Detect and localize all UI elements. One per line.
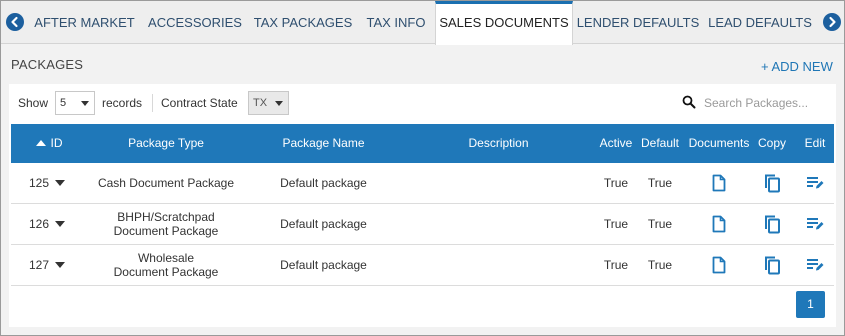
dropdown-caret-icon [81,101,89,106]
row-id-cell[interactable]: 127 [11,245,86,285]
document-icon [712,256,726,274]
table-row: 126 BHPH/Scratchpad Document Package Def… [11,204,834,245]
copy-button[interactable] [755,245,789,285]
tab-accessories[interactable]: ACCESSORIES [142,1,248,44]
active-cell: True [603,258,629,272]
default-cell: True [647,217,673,231]
copy-icon [765,215,780,234]
chevron-left-icon [11,16,18,28]
section-title: PACKAGES [11,57,84,72]
edit-list-icon [807,218,824,230]
documents-button[interactable] [687,204,751,244]
column-header-documents: Documents [688,136,750,150]
contract-state-value: TX [253,97,268,109]
page-size-select[interactable]: 5 [55,91,95,115]
package-name-cell: Default package [280,258,367,272]
sort-ascending-icon [35,140,46,146]
tab-lender-defaults[interactable]: LENDER DEFAULTS [574,1,702,44]
tabs-scroll-left-button[interactable] [6,13,24,31]
row-id-cell[interactable]: 125 [11,163,86,203]
default-cell: True [647,176,673,190]
active-cell: True [603,217,629,231]
tab-bar: AFTER MARKET ACCESSORIES TAX PACKAGES TA… [1,1,844,45]
search-icon [682,95,696,109]
column-header-edit: Edit [804,136,826,150]
column-header-package-name[interactable]: Package Name [246,124,401,163]
column-header-package-type[interactable]: Package Type [86,124,246,163]
package-type-cell: Wholesale Document Package [113,251,219,279]
document-icon [712,215,726,233]
description-cell [401,163,596,203]
copy-icon [765,256,780,275]
column-header-default[interactable]: Default [638,124,682,163]
edit-button[interactable] [800,163,830,203]
column-header-copy: Copy [757,136,786,150]
chevron-down-icon [55,180,66,186]
contract-state-label: Contract State [161,96,238,110]
edit-button[interactable] [800,245,830,285]
column-header-description[interactable]: Description [401,124,596,163]
document-icon [712,174,726,192]
chevron-right-icon [829,16,836,28]
edit-list-icon [807,177,824,189]
table-header: ID Package Type Package Name Description… [11,124,834,163]
package-name-cell: Default package [280,217,367,231]
show-label: Show [18,96,49,110]
page-size-value: 5 [60,97,67,109]
description-cell [401,245,596,285]
window: AFTER MARKET ACCESSORIES TAX PACKAGES TA… [0,0,845,336]
column-header-active[interactable]: Active [596,124,636,163]
documents-button[interactable] [687,245,751,285]
tab-sales-documents[interactable]: SALES DOCUMENTS [435,1,573,45]
documents-button[interactable] [687,163,751,203]
contract-state-select[interactable]: TX [248,91,289,115]
copy-icon [765,174,780,193]
copy-button[interactable] [755,163,789,203]
chevron-down-icon [55,262,66,268]
package-name-cell: Default package [280,176,367,190]
tab-tax-info[interactable]: TAX INFO [358,1,434,44]
records-label: records [102,96,143,110]
table-row: 127 Wholesale Document Package Default p… [11,245,834,286]
pagination-page-button[interactable]: 1 [796,291,825,318]
table-row: 125 Cash Document Package Default packag… [11,163,834,204]
tab-after-market[interactable]: AFTER MARKET [28,1,141,44]
edit-button[interactable] [800,204,830,244]
row-id-cell[interactable]: 126 [11,204,86,244]
tab-tax-packages[interactable]: TAX PACKAGES [249,1,357,44]
chevron-down-icon [55,221,66,227]
divider [152,94,153,112]
tabs-scroll-right-button[interactable] [823,13,841,31]
search-input[interactable] [704,91,829,115]
dropdown-caret-icon [275,101,283,106]
add-new-button[interactable]: + ADD NEW [761,59,833,74]
packages-panel: Show 5 records Contract State TX ID Pack… [9,84,836,327]
package-type-cell: BHPH/Scratchpad Document Package [113,210,219,238]
package-type-cell: Cash Document Package [97,176,235,190]
active-cell: True [603,176,629,190]
copy-button[interactable] [755,204,789,244]
column-header-id[interactable]: ID [25,124,73,163]
default-cell: True [647,258,673,272]
tab-lead-defaults[interactable]: LEAD DEFAULTS [703,1,817,44]
edit-list-icon [807,259,824,271]
description-cell [401,204,596,244]
